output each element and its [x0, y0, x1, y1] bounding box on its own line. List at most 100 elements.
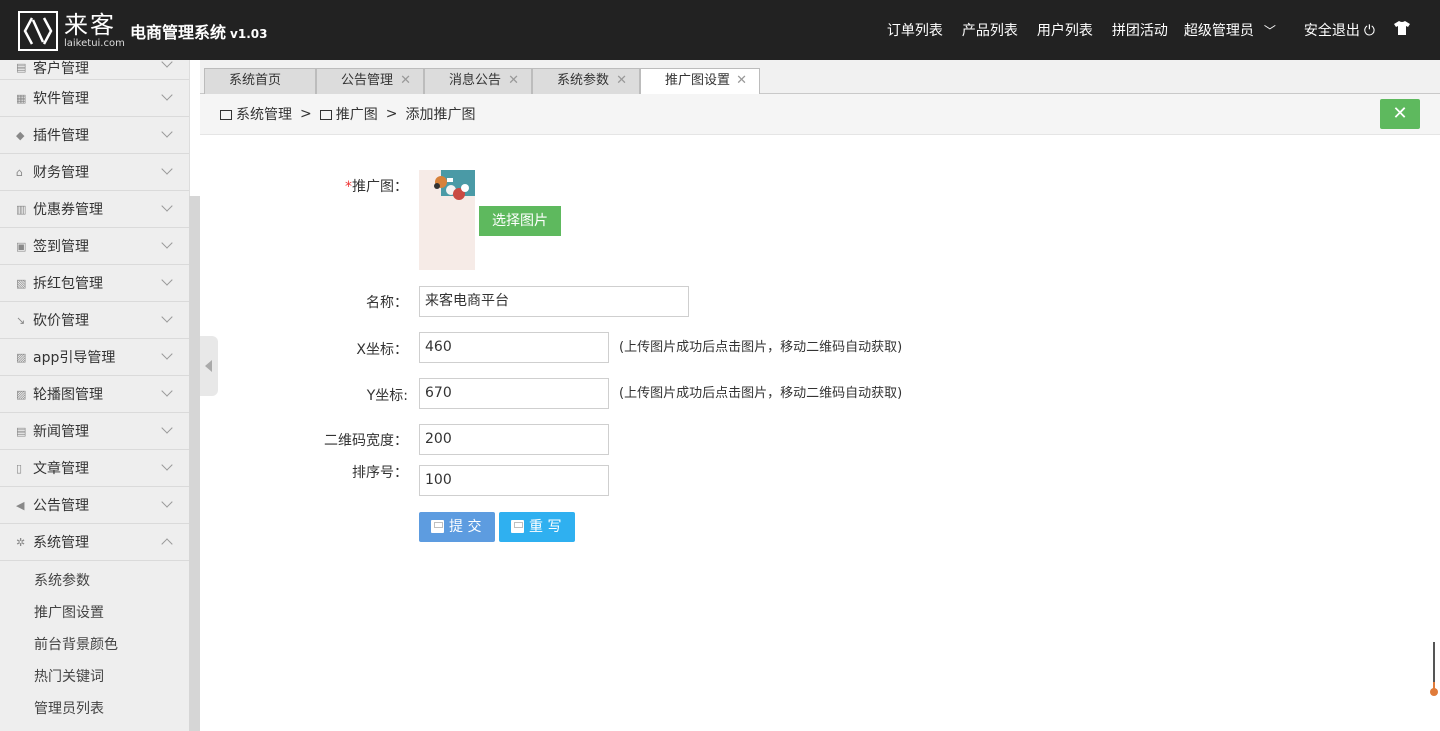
list-icon	[220, 110, 232, 120]
promo-image-preview[interactable]	[419, 170, 475, 270]
sidebar-item-app-guide[interactable]: ▨ app引导管理	[0, 339, 189, 376]
chevron-down-icon: ﹀	[1263, 24, 1276, 38]
x-coordinate-input[interactable]: 460	[419, 332, 609, 363]
name-input[interactable]: 来客电商平台	[419, 286, 689, 317]
logo[interactable]: 来客 laiketui.com	[18, 11, 125, 51]
sidebar-item-label: 公告管理	[33, 498, 89, 514]
tab-label: 公告管理	[341, 73, 394, 88]
close-icon[interactable]: ✕	[508, 69, 519, 93]
qr-width-label: 二维码宽度：	[324, 433, 408, 449]
breadcrumb: 系统管理 > 推广图 > 添加推广图 ✕	[200, 94, 1440, 135]
tab-system-params[interactable]: 系统参数 ✕	[532, 68, 640, 95]
sidebar-item-label: 插件管理	[33, 128, 89, 144]
choose-image-button[interactable]: 选择图片	[479, 206, 561, 236]
power-icon: ⏻	[1363, 23, 1375, 39]
system-version: v1.03	[230, 27, 268, 41]
logout-link[interactable]: 安全退出 ⏻	[1304, 20, 1375, 40]
sidebar-item-software[interactable]: ▦ 软件管理	[0, 80, 189, 117]
submit-button[interactable]: 提 交	[419, 512, 495, 542]
document-icon: ▤	[16, 61, 27, 74]
tshirt-icon[interactable]	[1394, 21, 1410, 39]
sidebar-collapse-handle[interactable]	[200, 336, 218, 396]
tab-home[interactable]: 系统首页	[204, 68, 316, 95]
reset-button[interactable]: 重 写	[499, 512, 575, 542]
close-icon: ✕	[1392, 103, 1408, 124]
newspaper-icon: ▤	[16, 424, 27, 438]
image-icon	[319, 110, 332, 120]
thermometer-icon	[1430, 642, 1438, 696]
tab-notice-mgmt[interactable]: 公告管理 ✕	[316, 68, 424, 95]
tab-promo-image[interactable]: 推广图设置 ✕	[640, 68, 760, 96]
sort-order-input[interactable]: 100	[419, 465, 609, 496]
chevron-down-icon	[161, 200, 173, 212]
close-icon[interactable]: ✕	[400, 69, 411, 93]
y-coordinate-hint: (上传图片成功后点击图片，移动二维码自动获取)	[619, 386, 903, 401]
chevron-down-icon	[161, 237, 173, 249]
sidebar: ▤ 客户管理 ▦ 软件管理 ◆ 插件管理 ⌂ 财务管理 ▥ 优惠券管理 ▣ 签到…	[0, 60, 190, 731]
x-coordinate-hint: (上传图片成功后点击图片，移动二维码自动获取)	[619, 340, 903, 355]
sidebar-item-bargain[interactable]: ↘ 砍价管理	[0, 302, 189, 339]
chevron-down-icon	[161, 274, 173, 286]
tab-messages[interactable]: 消息公告 ✕	[424, 68, 532, 95]
sidebar-item-articles[interactable]: ▯ 文章管理	[0, 450, 189, 487]
sidebar-item-label: 砍价管理	[33, 313, 89, 329]
sidebar-item-finance[interactable]: ⌂ 财务管理	[0, 154, 189, 191]
required-marker: *	[345, 179, 352, 195]
sidebar-item-label: 优惠券管理	[33, 202, 103, 218]
submenu-item-promo-image[interactable]: 推广图设置	[0, 597, 189, 629]
tab-label: 系统参数	[557, 73, 610, 88]
breadcrumb-level2[interactable]: 推广图	[336, 104, 378, 124]
submenu-item-system-params[interactable]: 系统参数	[0, 565, 189, 597]
sidebar-item-coupons[interactable]: ▥ 优惠券管理	[0, 191, 189, 228]
submenu-item-hot-keywords[interactable]: 热门关键词	[0, 661, 189, 693]
chevron-down-icon	[161, 60, 173, 68]
sidebar-item-carousel[interactable]: ▨ 轮播图管理	[0, 376, 189, 413]
top-header: 来客 laiketui.com 电商管理系统 v1.03 订单列表 产品列表 用户…	[0, 0, 1440, 60]
tab-bar: 系统首页 公告管理 ✕ 消息公告 ✕ 系统参数 ✕ 推广图设置 ✕	[200, 60, 1440, 96]
system-submenu: 系统参数 推广图设置 前台背景颜色 热门关键词 管理员列表	[0, 561, 189, 725]
submit-label: 提 交	[449, 519, 482, 535]
submenu-item-bg-color[interactable]: 前台背景颜色	[0, 629, 189, 661]
save-icon	[511, 520, 524, 533]
nav-group-buy[interactable]: 拼团活动	[1112, 20, 1168, 40]
nav-orders[interactable]: 订单列表	[887, 20, 943, 40]
gear-icon: ✲	[16, 535, 26, 549]
logout-label: 安全退出	[1303, 23, 1360, 39]
x-coordinate-label: X坐标：	[356, 342, 408, 358]
y-coordinate-input[interactable]: 670	[419, 378, 609, 409]
sidebar-item-system[interactable]: ✲ 系统管理	[0, 524, 189, 561]
clipboard-icon: ▣	[16, 239, 27, 253]
name-label: 名称：	[366, 295, 408, 311]
promo-image-label-text: 推广图：	[352, 179, 408, 195]
chevron-down-icon	[161, 422, 173, 434]
nav-users[interactable]: 用户列表	[1037, 20, 1093, 40]
submenu-item-admin-list[interactable]: 管理员列表	[0, 693, 189, 725]
sort-order-label: 排序号：	[352, 465, 408, 481]
chevron-up-icon	[161, 538, 173, 550]
sidebar-item-news[interactable]: ▤ 新闻管理	[0, 413, 189, 450]
breadcrumb-root[interactable]: 系统管理	[236, 104, 292, 124]
close-icon[interactable]: ✕	[736, 69, 747, 93]
reset-label: 重 写	[529, 519, 562, 535]
admin-dropdown[interactable]: 超级管理员 ﹀	[1184, 20, 1276, 40]
sidebar-item-red-packets[interactable]: ▧ 拆红包管理	[0, 265, 189, 302]
logo-name: 来客	[64, 11, 116, 39]
nav-products[interactable]: 产品列表	[962, 20, 1018, 40]
qr-width-input[interactable]: 200	[419, 424, 609, 455]
chevron-down-icon	[161, 126, 173, 138]
admin-label: 超级管理员	[1183, 23, 1254, 39]
sidebar-item-customers[interactable]: ▤ 客户管理	[0, 60, 189, 80]
sidebar-item-announcements[interactable]: ◀ 公告管理	[0, 487, 189, 524]
close-icon[interactable]: ✕	[616, 69, 627, 93]
sidebar-item-signin[interactable]: ▣ 签到管理	[0, 228, 189, 265]
chevron-down-icon	[161, 496, 173, 508]
trend-icon: ↘	[16, 313, 26, 327]
envelope-icon: ▧	[16, 276, 27, 290]
logo-mark-icon	[18, 11, 58, 51]
grid-icon: ▦	[16, 91, 27, 105]
sidebar-item-plugins[interactable]: ◆ 插件管理	[0, 117, 189, 154]
tab-label: 系统首页	[229, 73, 282, 88]
close-page-button[interactable]: ✕	[1380, 99, 1420, 129]
sidebar-scrollbar[interactable]	[189, 196, 200, 731]
sidebar-item-label: 新闻管理	[33, 424, 89, 440]
